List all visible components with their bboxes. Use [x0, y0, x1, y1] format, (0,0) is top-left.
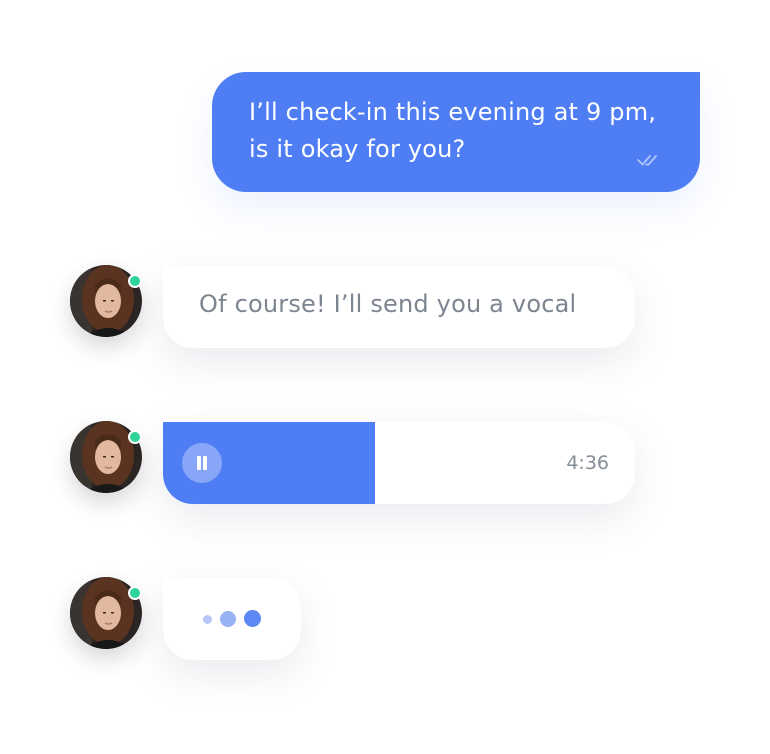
pause-bar-left — [197, 456, 201, 470]
online-status-indicator — [128, 430, 142, 444]
typing-dot-icon — [220, 611, 236, 627]
typing-dot-icon — [203, 615, 212, 624]
pause-icon[interactable] — [182, 443, 222, 483]
outgoing-message-text: I’ll check-in this evening at 9 pm, is i… — [249, 98, 657, 163]
typing-indicator-bubble — [163, 578, 301, 660]
voice-message-bubble[interactable]: 4:36 — [163, 422, 635, 504]
sender-avatar[interactable] — [70, 577, 142, 649]
online-status-indicator — [128, 274, 142, 288]
pause-bar-right — [203, 456, 207, 470]
voice-duration: 4:36 — [566, 452, 609, 474]
incoming-message-text: Of course! I’ll send you a vocal — [199, 290, 577, 318]
online-status-indicator — [128, 586, 142, 600]
sender-avatar[interactable] — [70, 421, 142, 493]
double-check-icon — [637, 155, 657, 166]
voice-playback-progress[interactable] — [163, 422, 375, 504]
sender-avatar[interactable] — [70, 265, 142, 337]
incoming-message-bubble: Of course! I’ll send you a vocal — [163, 266, 635, 348]
typing-dot-icon — [244, 610, 261, 627]
chat-screen: I’ll check-in this evening at 9 pm, is i… — [0, 0, 770, 754]
outgoing-message-bubble: I’ll check-in this evening at 9 pm, is i… — [212, 72, 700, 192]
